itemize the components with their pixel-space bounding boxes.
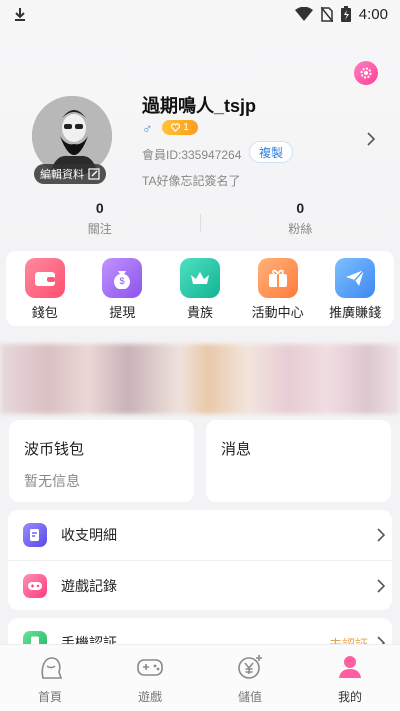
edit-profile-label: 編輯資料 [40, 169, 84, 181]
quick-action-withdraw[interactable]: $ 提現 [84, 251, 162, 326]
tab-label: 首頁 [37, 690, 62, 704]
stat-value: 0 [296, 200, 305, 216]
wifi-icon [294, 7, 313, 21]
stat-value: 0 [95, 200, 104, 216]
crown-icon [179, 258, 220, 298]
gamepad-icon [137, 659, 163, 676]
tab-top-up[interactable]: 儲值 [200, 645, 300, 711]
svg-text:$: $ [120, 276, 125, 286]
menu-item-game-records[interactable]: 遊戲記錄 [8, 560, 392, 610]
bottom-tab-bar: 首頁 遊戲 儲值 我的 [0, 644, 400, 711]
battery-icon [340, 6, 351, 22]
wallet-card-subtitle: 暂无信息 [24, 473, 80, 489]
menu-item-label: 收支明細 [61, 527, 117, 543]
chevron-right-icon[interactable] [366, 131, 376, 147]
quick-action-label: 提現 [109, 305, 136, 320]
wallet-icon [24, 258, 65, 298]
no-sim-icon [320, 6, 333, 22]
download-icon [15, 8, 25, 21]
menu-list: 收支明細 遊戲記錄 [8, 510, 392, 610]
stats-bar: 0 關注 0 粉絲 [0, 200, 400, 246]
paper-plane-icon [335, 258, 376, 298]
gift-icon [257, 258, 298, 298]
person-icon [339, 656, 361, 678]
wallet-card-title: 波币钱包 [24, 441, 85, 458]
tab-games[interactable]: 遊戲 [100, 645, 200, 711]
tab-mine[interactable]: 我的 [300, 645, 400, 711]
chevron-right-icon [377, 579, 386, 593]
message-card-title: 消息 [221, 441, 252, 458]
tab-label: 我的 [337, 690, 362, 704]
status-bar: 4:00 [0, 0, 400, 28]
tab-home[interactable]: 首頁 [0, 645, 100, 711]
stat-label: 粉絲 [288, 222, 313, 236]
status-time: 4:00 [358, 5, 388, 23]
message-card[interactable]: 消息 [206, 420, 391, 502]
stat-following[interactable]: 0 關注 [0, 200, 200, 246]
heart-shield-icon [171, 123, 181, 132]
gamepad-icon [23, 573, 47, 598]
promo-banner[interactable] [0, 344, 400, 414]
menu-item-label: 遊戲記錄 [61, 577, 117, 594]
quick-action-label: 推廣賺錢 [329, 305, 382, 320]
stat-label: 關注 [87, 222, 112, 236]
wallet-card[interactable]: 波币钱包 暂无信息 [9, 420, 194, 502]
edit-icon [88, 168, 100, 180]
gear-icon [360, 67, 372, 79]
quick-action-activity-center[interactable]: 活動中心 [239, 251, 317, 326]
stat-followers[interactable]: 0 粉絲 [201, 200, 400, 246]
document-edit-icon [23, 523, 47, 547]
quick-action-label: 貴族 [186, 305, 213, 320]
quick-action-promote[interactable]: 推廣賺錢 [316, 251, 394, 326]
settings-button[interactable] [354, 61, 378, 85]
copy-button[interactable]: 複製 [249, 141, 293, 163]
quick-actions: 錢包 $ 提現 貴族 活動中心 推廣賺錢 [6, 251, 394, 326]
quick-action-noble[interactable]: 貴族 [161, 251, 239, 326]
tab-label: 遊戲 [137, 690, 162, 704]
yen-coin-icon [238, 655, 262, 679]
chevron-right-icon [377, 528, 386, 542]
quick-action-wallet[interactable]: 錢包 [6, 251, 84, 326]
quick-action-label: 活動中心 [251, 305, 304, 320]
signature: TA好像忘記簽名了 [142, 174, 241, 188]
username: 過期鳴人_tsjp [142, 96, 257, 116]
male-gender-icon: ♂ [142, 120, 153, 136]
level-badge: 1 [162, 120, 198, 135]
level-value: 1 [183, 122, 189, 133]
edit-profile-button[interactable]: 編輯資料 [34, 164, 106, 184]
tab-label: 儲值 [237, 690, 262, 704]
menu-item-transactions[interactable]: 收支明細 [8, 510, 392, 560]
money-bag-icon: $ [102, 258, 143, 298]
quick-action-label: 錢包 [31, 305, 58, 320]
member-id: 會員ID:335947264 [142, 148, 242, 162]
girl-avatar-icon [41, 657, 63, 679]
